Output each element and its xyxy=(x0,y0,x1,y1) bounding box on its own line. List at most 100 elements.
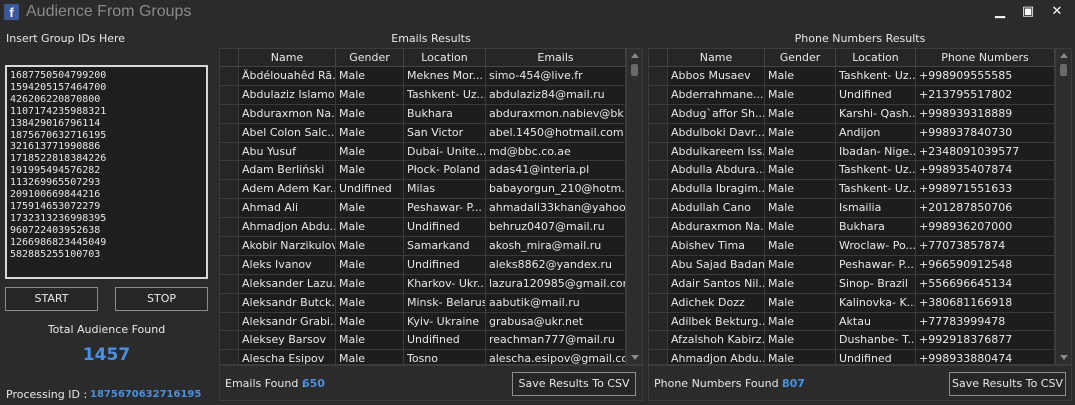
row-header[interactable] xyxy=(649,331,668,350)
column-header-phone-numbers[interactable]: Phone Numbers xyxy=(916,49,1055,66)
table-row[interactable]: Abishev Tima Male Wroclaw- Po... +770738578… xyxy=(649,237,1071,256)
table-row[interactable]: Adem Adem Kar... Undifined Milas babayorgun… xyxy=(220,180,642,200)
row-header[interactable] xyxy=(220,104,239,123)
table-row[interactable]: Abdulkareem Iss... Male Ibadan- Nige... +23… xyxy=(649,142,1071,162)
scroll-thumb[interactable] xyxy=(1060,64,1067,76)
close-button[interactable]: ✕ xyxy=(1043,3,1071,21)
row-header[interactable] xyxy=(220,199,239,218)
column-header-emails[interactable]: Emails xyxy=(486,49,626,66)
table-row[interactable]: Abdullah Cano Male Ismailia +201287850706 xyxy=(649,199,1071,219)
row-header[interactable] xyxy=(649,350,668,364)
table-row[interactable]: Aleksandr Butck... Male Minsk- Belarus aabu… xyxy=(220,293,642,313)
row-header[interactable] xyxy=(220,142,239,161)
table-row[interactable]: Abderrahmane... Male Undifined +21379551780… xyxy=(649,85,1071,105)
table-row[interactable]: Abduraxmon Na... Male Bukhara abduraxmon.na… xyxy=(220,104,642,124)
table-row[interactable]: Akobir Narzikulov Male Samarkand akosh_mira… xyxy=(220,237,642,256)
emails-scrollbar[interactable] xyxy=(626,49,642,364)
row-header[interactable] xyxy=(649,218,668,237)
row-header[interactable] xyxy=(649,67,668,85)
column-header-name[interactable]: Name xyxy=(668,49,765,66)
column-header-gender[interactable]: Gender xyxy=(765,49,836,66)
row-header[interactable] xyxy=(220,237,239,255)
table-row[interactable]: Abel Colon Salc... Male San Victor abel.145… xyxy=(220,123,642,143)
row-header[interactable] xyxy=(220,161,239,180)
scroll-down-icon[interactable] xyxy=(631,355,639,360)
table-row[interactable]: Alescha Esipov Male Tosno alescha.esipov@gm… xyxy=(220,350,642,364)
row-header[interactable] xyxy=(649,123,668,142)
row-header[interactable] xyxy=(649,85,668,104)
phones-table-body: Abbos Musaev Male Tashkent- Uz... +99890955… xyxy=(649,67,1071,364)
table-row[interactable]: Aleks Ivanov Male Undifined aleks8862@yande… xyxy=(220,255,642,275)
row-header[interactable] xyxy=(220,350,239,364)
table-row[interactable]: Adichek Dozz Male Kalinovka- K... +38068116… xyxy=(649,293,1071,313)
table-row[interactable]: Abdulla Abdura... Male Tashkent- Uz... +998… xyxy=(649,161,1071,181)
minimize-button[interactable]: ▁ xyxy=(986,3,1014,21)
column-header-gender[interactable]: Gender xyxy=(336,49,404,66)
row-header[interactable] xyxy=(220,274,239,293)
maximize-button[interactable]: ▣ xyxy=(1014,3,1042,21)
table-row[interactable]: Adair Santos Nil... Male Sinop- Brazil +556… xyxy=(649,274,1071,294)
phones-table[interactable]: Name Gender Location Phone Numbers Abbos… xyxy=(648,48,1072,365)
row-header[interactable] xyxy=(220,293,239,312)
row-header[interactable] xyxy=(220,312,239,331)
row-header[interactable] xyxy=(649,293,668,312)
cell-gender: Male xyxy=(336,350,404,364)
emails-table[interactable]: Name Gender Location Emails Äbdélouahêd … xyxy=(219,48,643,365)
group-id-line: 1266986823445049 xyxy=(10,236,107,248)
column-header-location[interactable]: Location xyxy=(836,49,916,66)
row-header[interactable] xyxy=(649,312,668,331)
group-ids-textarea[interactable]: 1687750504799200 1594205157464700 42620622… xyxy=(5,65,208,279)
row-header[interactable] xyxy=(220,218,239,237)
header-corner xyxy=(220,49,239,66)
row-header[interactable] xyxy=(649,161,668,180)
table-row[interactable]: Abdug`affor Sh... Male Karshi- Qash... +998… xyxy=(649,104,1071,124)
scroll-up-icon[interactable] xyxy=(1060,53,1068,58)
cell-name: Abdulla Ibragim... xyxy=(668,180,765,199)
table-row[interactable]: Abu Sajad Badan Male Peshawar- P... +966590… xyxy=(649,255,1071,275)
row-header[interactable] xyxy=(220,331,239,350)
table-row[interactable]: Abu Yusuf Male Dubai- Unite... md@bbc.co.ae xyxy=(220,142,642,162)
table-row[interactable]: Afzalshoh Kabirz... Male Dushanbe- T... +99… xyxy=(649,331,1071,351)
cell-location: Undifined xyxy=(404,218,486,237)
row-header[interactable] xyxy=(220,255,239,274)
table-row[interactable]: Ahmadjon Abdu... Male Undifined behruz0407@… xyxy=(220,218,642,238)
table-row[interactable]: Abdulboki Davr... Male Andijon +99893784073… xyxy=(649,123,1071,143)
save-phones-csv-button[interactable]: Save Results To CSV xyxy=(949,372,1066,396)
scroll-thumb[interactable] xyxy=(631,64,638,76)
group-id-line: 1687750504799200 xyxy=(10,70,107,81)
row-header[interactable] xyxy=(649,142,668,161)
row-header[interactable] xyxy=(649,180,668,199)
row-header[interactable] xyxy=(649,237,668,255)
phones-scrollbar[interactable] xyxy=(1055,49,1071,364)
scroll-down-icon[interactable] xyxy=(1060,355,1068,360)
table-row[interactable]: Aleksandr Grabi... Male Kyiv- Ukraine grabu… xyxy=(220,312,642,332)
row-header[interactable] xyxy=(220,85,239,104)
start-button[interactable]: START xyxy=(5,287,98,311)
cell-email: alescha.esipov@gmail.com xyxy=(486,350,626,364)
row-header[interactable] xyxy=(649,274,668,293)
column-header-name[interactable]: Name xyxy=(239,49,336,66)
row-header[interactable] xyxy=(649,199,668,218)
scroll-up-icon[interactable] xyxy=(631,53,639,58)
row-header[interactable] xyxy=(649,255,668,274)
table-row[interactable]: Ahmad Ali Male Peshawar- P... ahmadali33kha… xyxy=(220,199,642,219)
column-header-location[interactable]: Location xyxy=(404,49,486,66)
table-row[interactable]: Abdulla Ibragim... Male Tashkent- Uz... +99… xyxy=(649,180,1071,200)
table-row[interactable]: Adam Berliński Male Płock- Poland adas41@in… xyxy=(220,161,642,181)
row-header[interactable] xyxy=(220,180,239,199)
save-emails-csv-button[interactable]: Save Results To CSV xyxy=(512,372,636,396)
table-row[interactable]: Adilbek Bekturg... Male Aktau +77783999478 xyxy=(649,312,1071,332)
table-row[interactable]: Abbos Musaev Male Tashkent- Uz... +99890955… xyxy=(649,67,1071,86)
cell-location: Kyiv- Ukraine xyxy=(404,312,486,331)
row-header[interactable] xyxy=(649,104,668,123)
table-row[interactable]: Ahmadjon Abdu... Male Undifined +9989338804… xyxy=(649,350,1071,364)
table-row[interactable]: Äbdélouahêd Rã... Male Meknes Mor... simo-4… xyxy=(220,67,642,86)
row-header[interactable] xyxy=(220,67,239,85)
stop-button[interactable]: STOP xyxy=(115,287,208,311)
table-row[interactable]: Abdulaziz Islamov Male Tashkent- Uz... abdu… xyxy=(220,85,642,105)
table-row[interactable]: Abduraxmon Na... Male Bukhara +998936207000 xyxy=(649,218,1071,238)
table-row[interactable]: Aleksander Lazu... Male Kharkov- Ukr... laz… xyxy=(220,274,642,294)
cell-location: Ismailia xyxy=(836,199,916,218)
row-header[interactable] xyxy=(220,123,239,142)
table-row[interactable]: Aleksey Barsov Male Undifined reachman777@m… xyxy=(220,331,642,351)
